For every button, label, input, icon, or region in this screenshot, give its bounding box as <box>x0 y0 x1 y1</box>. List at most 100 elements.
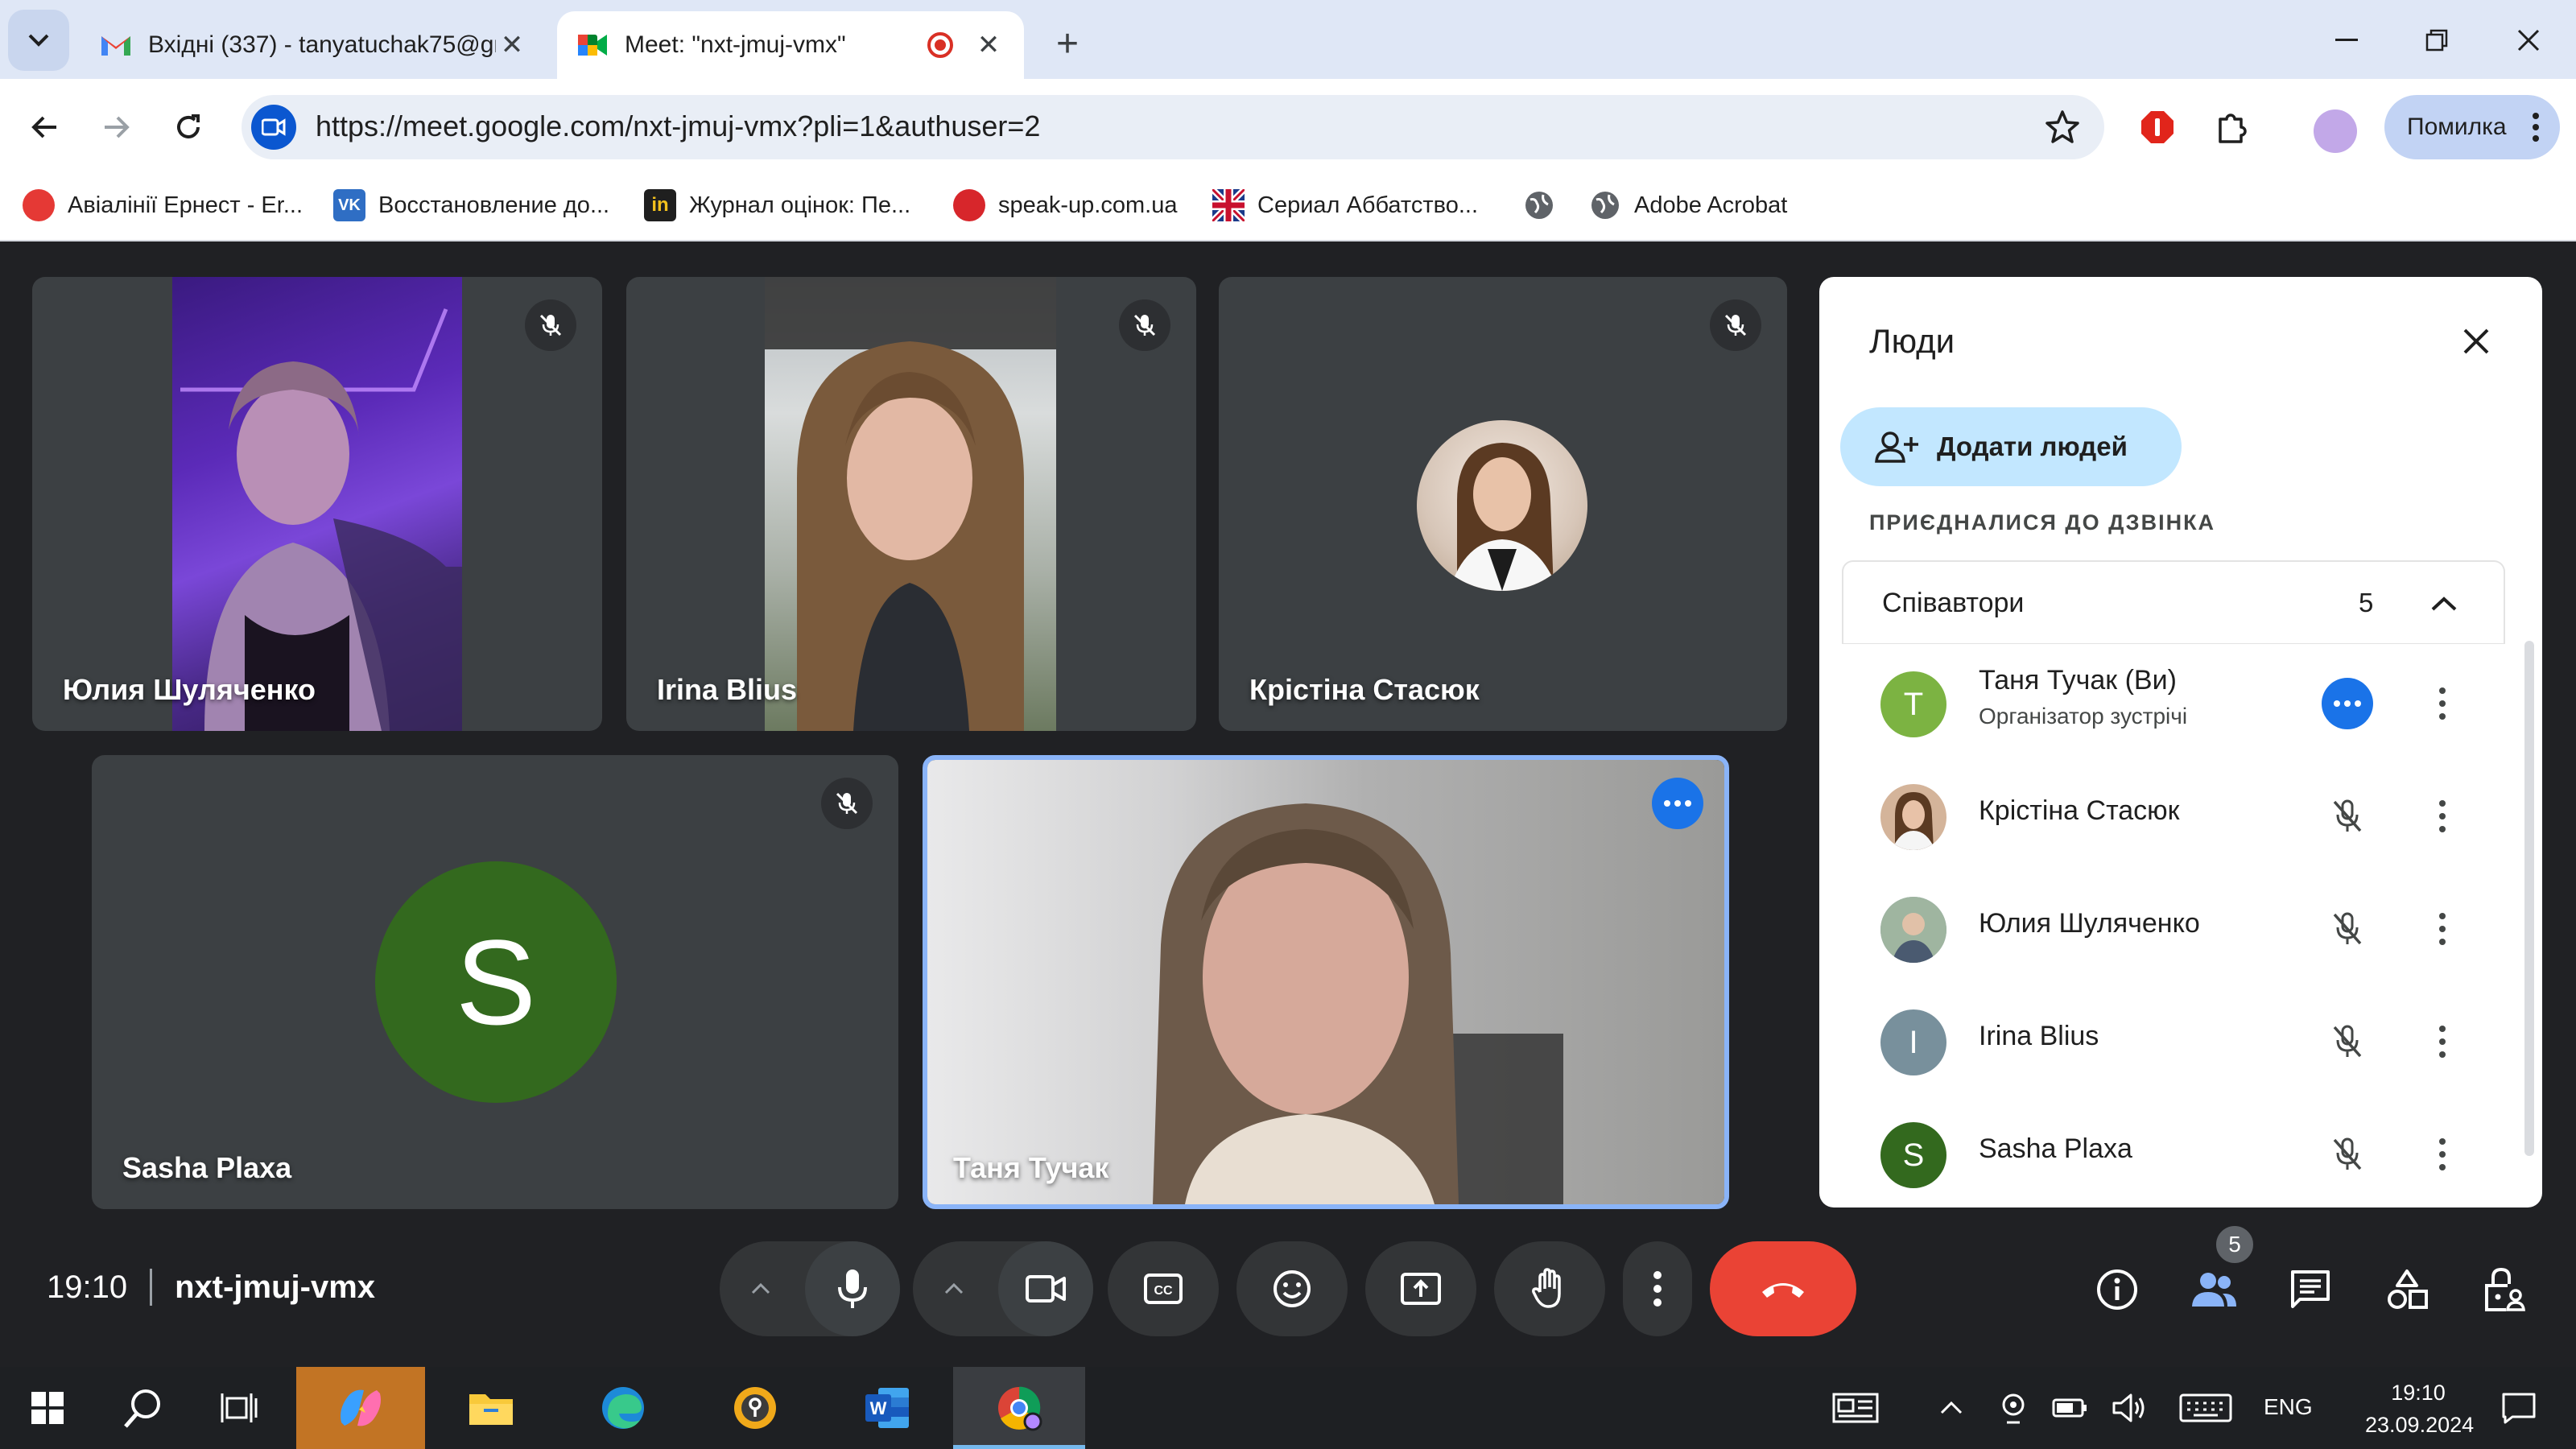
bookmark-item[interactable]: Сериал Аббатство... <box>1212 185 1478 225</box>
participant-row[interactable]: T Таня Тучак (Ви) Організатор зустрічі <box>1842 647 2505 760</box>
group-count: 5 <box>2359 588 2374 617</box>
participant-tile[interactable]: Крістіна Стасюк <box>1219 277 1787 731</box>
participant-tile[interactable]: S Sasha Plaxa <box>92 755 898 1209</box>
panel-title: Люди <box>1869 322 1955 360</box>
participant-options-button[interactable] <box>2417 791 2468 842</box>
bookmark-item[interactable] <box>1523 185 1568 225</box>
news-widget-button[interactable] <box>1824 1367 1887 1449</box>
edge-browser-button[interactable] <box>557 1367 689 1449</box>
microphone-button[interactable] <box>805 1241 900 1336</box>
show-hidden-icons-button[interactable] <box>1929 1367 1974 1449</box>
add-people-button[interactable]: Додати людей <box>1840 407 2182 486</box>
svg-text:CC: CC <box>1154 1284 1173 1298</box>
videocam-icon <box>1026 1275 1066 1302</box>
profile-avatar[interactable] <box>2314 109 2357 153</box>
participant-options-button[interactable] <box>2417 678 2468 729</box>
audio-settings-button[interactable] <box>741 1269 781 1309</box>
activities-button[interactable] <box>2378 1261 2436 1319</box>
vpn-app-button[interactable] <box>689 1367 821 1449</box>
participant-avatar-photo <box>1417 420 1587 591</box>
tab-search-button[interactable] <box>8 10 69 71</box>
windows-taskbar: W ENG 19:10 23.09.2024 <box>0 1367 2576 1449</box>
participant-options-button[interactable] <box>2417 1016 2468 1067</box>
vk-icon: VK <box>333 189 365 221</box>
chevron-up-icon[interactable] <box>2421 581 2467 626</box>
participant-name: Таня Тучак (Ви) <box>1979 665 2177 696</box>
leave-call-button[interactable] <box>1710 1241 1856 1336</box>
bookmark-star-icon[interactable] <box>2043 108 2082 147</box>
system-clock[interactable]: 19:10 23.09.2024 <box>2365 1377 2474 1441</box>
profile-error-button[interactable]: Помилка <box>2384 95 2560 159</box>
participant-video <box>172 277 462 731</box>
more-vert-icon <box>2533 113 2539 142</box>
start-button[interactable] <box>0 1367 95 1449</box>
task-view-button[interactable] <box>192 1367 288 1449</box>
camera-site-icon[interactable] <box>251 105 296 150</box>
participant-tile[interactable]: Irina Blius <box>626 277 1196 731</box>
camera-button[interactable] <box>998 1241 1093 1336</box>
present-screen-button[interactable] <box>1365 1241 1476 1336</box>
participant-tile[interactable]: Юлия Шуляченко <box>32 277 602 731</box>
participant-tile-self[interactable]: Таня Тучак <box>923 755 1729 1209</box>
participants-group-header[interactable]: Співавтори 5 <box>1842 560 2505 644</box>
touch-keyboard-button[interactable] <box>2172 1367 2240 1449</box>
notification-center-button[interactable] <box>2483 1367 2555 1449</box>
tile-options-button[interactable] <box>1652 778 1703 829</box>
bookmark-item[interactable]: speak-up.com.ua <box>953 185 1177 225</box>
close-window-button[interactable] <box>2500 14 2557 66</box>
copilot-app-button[interactable] <box>296 1367 425 1449</box>
back-button[interactable] <box>19 101 71 153</box>
participant-row[interactable]: I Irina Blius <box>1842 985 2505 1098</box>
battery-indicator[interactable] <box>2050 1367 2090 1449</box>
lock-person-icon <box>2485 1267 2525 1311</box>
more-vert-icon <box>2439 800 2446 832</box>
meeting-code: nxt-jmuj-vmx <box>175 1269 376 1305</box>
bookmark-item[interactable]: Авіалінії Ернест - Er... <box>23 185 303 225</box>
url-text[interactable]: https://meet.google.com/nxt-jmuj-vmx?pli… <box>316 109 1040 143</box>
new-tab-button[interactable]: + <box>1043 19 1092 68</box>
restore-button[interactable] <box>2409 14 2465 66</box>
more-options-button[interactable] <box>1623 1241 1692 1336</box>
volume-button[interactable] <box>2107 1367 2153 1449</box>
extensions-puzzle-icon[interactable] <box>2206 101 2257 153</box>
chat-button[interactable] <box>2281 1261 2339 1319</box>
participant-row[interactable]: S Sasha Plaxa <box>1842 1098 2505 1208</box>
input-language-indicator[interactable]: ENG <box>2264 1394 2313 1420</box>
close-tab-icon[interactable]: ✕ <box>972 29 1005 61</box>
participant-row[interactable]: Крістіна Стасюк <box>1842 760 2505 873</box>
restore-icon <box>2425 29 2448 52</box>
close-tab-icon[interactable]: ✕ <box>496 29 528 61</box>
participant-options-button[interactable] <box>2417 1129 2468 1180</box>
participant-name: Irina Blius <box>657 673 798 706</box>
adblock-extension-icon[interactable] <box>2132 101 2183 153</box>
people-panel-scrollbar[interactable] <box>2524 641 2534 1156</box>
word-app-button[interactable]: W <box>821 1367 953 1449</box>
participant-name: Крістіна Стасюк <box>1979 795 2180 826</box>
host-controls-button[interactable] <box>2475 1261 2533 1319</box>
tab-meet[interactable]: Meet: "nxt-jmuj-vmx" ✕ <box>557 11 1024 79</box>
joined-section-label: ПРИЄДНАЛИСЯ ДО ДЗВІНКА <box>1869 510 2216 535</box>
forward-button[interactable] <box>90 101 142 153</box>
minimize-button[interactable] <box>2318 14 2375 66</box>
bookmark-item[interactable]: in Журнал оцінок: Пе... <box>644 185 910 225</box>
reload-button[interactable] <box>163 101 214 153</box>
meeting-details-button[interactable] <box>2088 1261 2146 1319</box>
file-explorer-button[interactable] <box>425 1367 557 1449</box>
bookmark-item[interactable]: VK Восстановление до... <box>333 185 609 225</box>
copilot-icon <box>341 1389 381 1426</box>
camera-control-group <box>913 1241 1093 1336</box>
search-button[interactable] <box>95 1367 192 1449</box>
participant-row[interactable]: Юлия Шуляченко <box>1842 873 2505 985</box>
close-panel-button[interactable] <box>2450 316 2502 367</box>
captions-button[interactable]: CC <box>1108 1241 1219 1336</box>
reactions-button[interactable] <box>1236 1241 1348 1336</box>
video-settings-button[interactable] <box>934 1269 974 1309</box>
people-button[interactable] <box>2185 1261 2243 1319</box>
camera-in-use-indicator[interactable] <box>1993 1367 2033 1449</box>
address-bar[interactable]: https://meet.google.com/nxt-jmuj-vmx?pli… <box>242 95 2104 159</box>
chrome-app-button[interactable] <box>953 1367 1085 1449</box>
bookmark-item[interactable]: Adobe Acrobat <box>1589 185 1787 225</box>
participant-options-button[interactable] <box>2417 903 2468 955</box>
raise-hand-button[interactable] <box>1494 1241 1605 1336</box>
tab-gmail[interactable]: Вхідні (337) - tanyatuchak75@gmail.com ✕ <box>80 11 547 79</box>
